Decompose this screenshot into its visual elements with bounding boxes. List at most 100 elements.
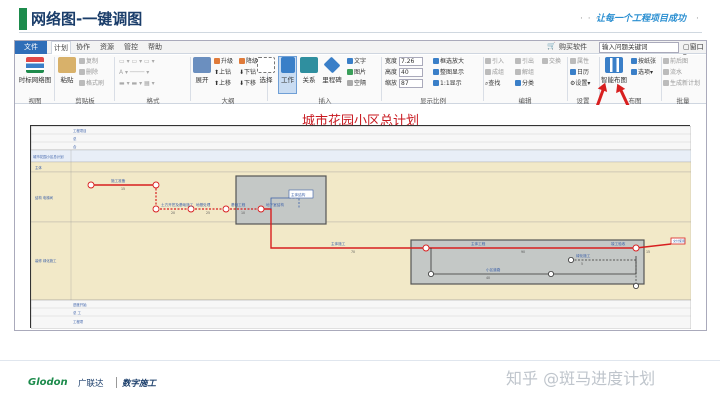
- cart-icon: 🛒: [547, 42, 556, 50]
- brand-tagline: 数字施工: [122, 379, 157, 389]
- flow-button[interactable]: 流水: [663, 69, 682, 77]
- tab-help[interactable]: 帮助: [145, 41, 165, 54]
- select-tool-button[interactable]: 选择: [255, 57, 277, 84]
- select-label: 选择: [259, 76, 273, 84]
- tab-plan[interactable]: 计划: [51, 41, 71, 54]
- flow-label: 流水: [670, 69, 683, 76]
- calendar-button[interactable]: 日历: [570, 69, 589, 77]
- width-input[interactable]: 7.26: [399, 57, 423, 66]
- paste-button[interactable]: 粘贴: [57, 57, 77, 84]
- window-label: 窗口: [689, 43, 704, 51]
- layout-options-button[interactable]: 选项▾: [631, 69, 653, 77]
- lane-structure: [30, 171, 692, 223]
- ribbon-separator: [190, 57, 191, 101]
- move-up-button[interactable]: ⬆上移: [214, 80, 231, 88]
- property-icon: [570, 58, 576, 64]
- fit-box-button[interactable]: 框选放大: [433, 58, 464, 66]
- relation-tool-button[interactable]: 关系: [299, 57, 319, 84]
- height-label: 高度: [385, 69, 398, 76]
- timescale-icon: [26, 57, 44, 73]
- flow-icon: [663, 69, 669, 75]
- copy-button[interactable]: 复制: [79, 58, 98, 66]
- timescale-network-button[interactable]: 时标网络图: [18, 57, 52, 84]
- duration-label: 90: [521, 250, 525, 254]
- header-divider: [19, 32, 702, 33]
- brand-logo: Glodon: [28, 377, 68, 388]
- upgrade-button[interactable]: 升级: [214, 58, 233, 66]
- delete-button[interactable]: 删除: [79, 69, 98, 77]
- drill-up-button[interactable]: ⬆上钻: [214, 69, 231, 77]
- tab-collab[interactable]: 协作: [73, 41, 93, 54]
- zoom-box-icon: [433, 58, 439, 64]
- full-view-button[interactable]: 整图显示: [433, 69, 464, 77]
- tab-resource[interactable]: 资源: [97, 41, 117, 54]
- group-label-view: 视图: [28, 97, 42, 105]
- slogan-dots-end: ·: [696, 14, 699, 24]
- expand-icon: [193, 57, 211, 73]
- brush-icon: [79, 80, 85, 86]
- link-in-icon: [485, 58, 491, 64]
- task-label: 主体施工: [331, 241, 346, 246]
- network-diagram-canvas[interactable]: 城市花园小区总计划 施工准备 土方开挖及基础施工 地基处理 基础工程 主体结构 …: [15, 105, 706, 330]
- move-down-button[interactable]: ⬇下移: [239, 80, 256, 88]
- paste-label: 粘贴: [60, 76, 74, 84]
- move-up-label: 上移: [219, 80, 232, 87]
- text-tool-button[interactable]: 文字: [347, 58, 366, 66]
- menu-file[interactable]: 文件: [15, 41, 47, 54]
- ribbon-separator: [661, 57, 662, 101]
- zoom-input[interactable]: 87: [399, 79, 423, 88]
- chevron-down-icon: ▾: [650, 69, 654, 76]
- watermark: 知乎 @斑马进度计划: [506, 369, 656, 388]
- network-node: [632, 244, 640, 252]
- link-in-button[interactable]: 引入: [485, 58, 504, 66]
- work-icon: [280, 57, 295, 73]
- smart-layout-button[interactable]: 智能布图: [601, 57, 627, 84]
- line-style-select[interactable]: ▬ ▾ ▬ ▾ ▦ ▾: [119, 80, 155, 88]
- classify-button[interactable]: 分类: [515, 80, 534, 88]
- format-painter-button[interactable]: 格式刷: [79, 80, 104, 88]
- milestone-label: 里程碑: [322, 76, 342, 84]
- settings-button[interactable]: ⚙设置▾: [570, 80, 590, 88]
- generate-plan-label: 生成新计划: [670, 80, 701, 87]
- ribbon-toolbar: 时标网络图 视图 粘贴 复制 删除 格式刷 剪贴板 ▭ ▾ ▭ ▾ ▭ ▾ A …: [15, 55, 706, 105]
- swap-button[interactable]: 交换: [542, 58, 561, 66]
- copy-label: 复制: [86, 58, 99, 65]
- generate-plan-button[interactable]: 生成新计划: [663, 80, 700, 88]
- link-out-button[interactable]: 引出: [515, 58, 534, 66]
- network-node: [152, 205, 160, 213]
- space-tool-button[interactable]: 空隔: [347, 80, 366, 88]
- find-button[interactable]: ⌕查找: [485, 80, 500, 88]
- upgrade-icon: [214, 58, 220, 64]
- task-label: 绿化施工: [576, 253, 591, 258]
- image-tool-button[interactable]: 图片: [347, 69, 366, 77]
- by-paper-button[interactable]: 按纸张: [631, 58, 656, 66]
- lane-label: 总 工: [73, 310, 81, 315]
- ungroup-button[interactable]: 解组: [515, 69, 534, 77]
- expand-button[interactable]: 展开: [192, 57, 212, 84]
- delete-label: 删除: [86, 69, 99, 76]
- font-size-select[interactable]: A ▾ ──── ▾: [119, 69, 149, 77]
- property-button[interactable]: 属性: [570, 58, 589, 66]
- tab-control[interactable]: 管控: [121, 41, 141, 54]
- milestone-icon: [323, 56, 341, 74]
- ribbon-separator: [54, 57, 55, 101]
- buy-software-link[interactable]: 购买软件: [559, 42, 587, 52]
- font-color-button[interactable]: ▭ ▾ ▭ ▾ ▭ ▾: [119, 58, 155, 66]
- copy-icon: [79, 58, 85, 64]
- task-label: 土方开挖及基础施工: [161, 202, 194, 207]
- milestone-tool-button[interactable]: 里程碑: [320, 56, 344, 84]
- group-label-outline: 大纲: [221, 97, 235, 105]
- height-input[interactable]: 40: [399, 68, 423, 77]
- one-to-one-button[interactable]: 1:1显示: [433, 80, 462, 88]
- ungroup-icon: [515, 69, 521, 75]
- image-label: 图片: [354, 69, 367, 76]
- summary-box-decoration: [410, 239, 645, 285]
- front-back-button[interactable]: 前后图: [663, 58, 688, 66]
- help-search-input[interactable]: 输入问题关键词: [599, 42, 679, 53]
- task-label: 地下室结构: [266, 202, 284, 207]
- group-button[interactable]: 成组: [485, 69, 504, 77]
- drill-down-button[interactable]: ⬇下钻: [239, 69, 256, 77]
- by-paper-label: 按纸张: [638, 58, 657, 65]
- swap-label: 交换: [549, 58, 562, 65]
- footer-divider: [0, 360, 720, 361]
